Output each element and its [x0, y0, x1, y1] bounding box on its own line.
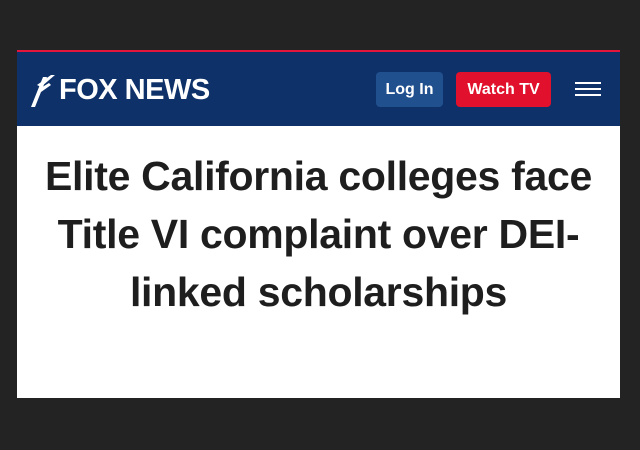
article-card: FOX NEWS Log In Watch TV Elite Californi… [17, 50, 620, 398]
login-button[interactable]: Log In [376, 72, 443, 107]
site-header: FOX NEWS Log In Watch TV [17, 50, 620, 126]
menu-line [575, 88, 601, 90]
logo-text: FOX NEWS [59, 73, 210, 106]
article-headline: Elite California colleges face Title VI … [45, 153, 592, 315]
menu-line [575, 94, 601, 96]
menu-line [575, 82, 601, 84]
fox-news-logo[interactable]: FOX NEWS [29, 70, 210, 110]
watch-tv-button[interactable]: Watch TV [456, 72, 551, 107]
hamburger-menu-icon[interactable] [575, 82, 601, 98]
fox-news-logo-icon [31, 75, 55, 107]
